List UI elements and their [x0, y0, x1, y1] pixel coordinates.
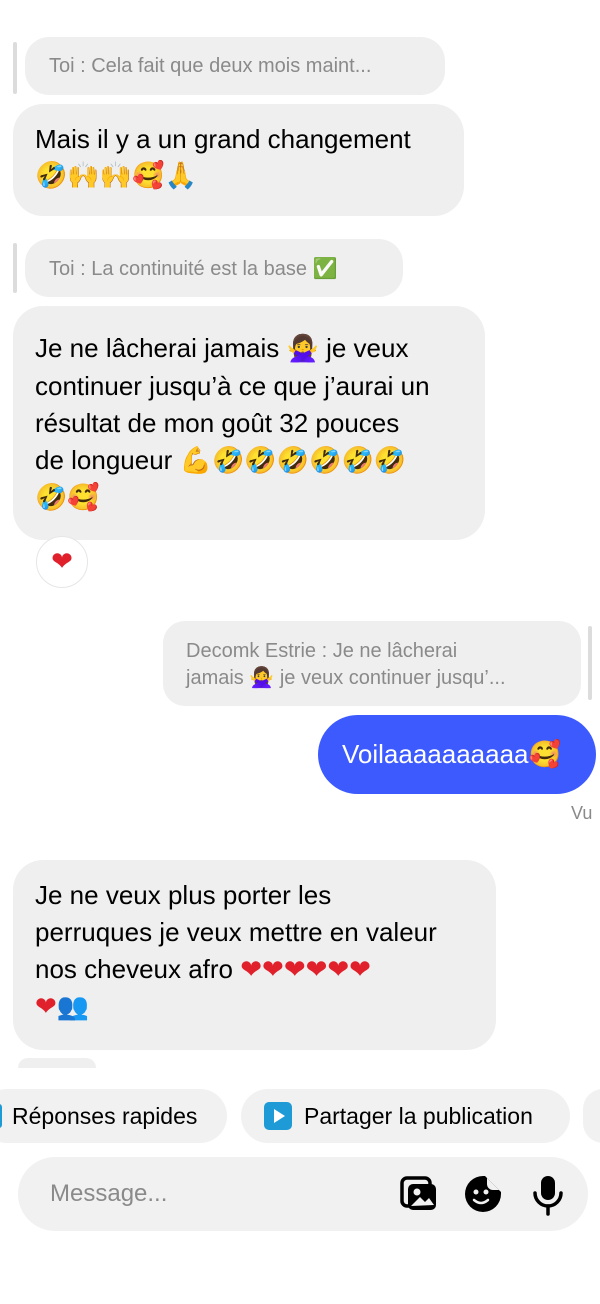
message-text: je veux — [326, 333, 409, 363]
message-emoji: 💪🤣🤣🤣🤣🤣🤣 — [179, 446, 407, 476]
partial-bubble — [18, 1058, 96, 1068]
reply-quote-text: Toi : La continuité est la base — [49, 258, 307, 280]
message-placeholder: Message... — [50, 1180, 168, 1207]
reply-quote-bar — [13, 42, 17, 94]
message-emoji: ❤👥 — [35, 992, 90, 1022]
message-emoji: 🤣🥰 — [35, 483, 100, 513]
gallery-icon[interactable] — [399, 1175, 437, 1213]
message-text: Voilaaaaaaaaaa — [342, 739, 529, 769]
message-text: de longueur — [35, 445, 173, 475]
message-text: perruques je veux mettre en valeur — [35, 917, 437, 947]
reply-quote[interactable]: Toi : La continuité est la base ✅ — [25, 239, 403, 297]
incoming-message[interactable]: Je ne veux plus porter les perruques je … — [13, 860, 496, 1050]
reply-quote[interactable]: Decomk Estrie : Je ne lâcherai jamais 🙅‍… — [163, 621, 581, 706]
sticker-icon[interactable] — [463, 1174, 503, 1214]
reply-quote[interactable]: Toi : Cela fait que deux mois maint... — [25, 37, 445, 95]
message-text: continuer jusqu’à ce que j’aurai un — [35, 371, 430, 401]
message-emoji: ❤❤❤❤❤❤ — [240, 955, 371, 985]
message-text: Je ne lâcherai jamais — [35, 333, 280, 363]
play-icon — [264, 1102, 292, 1130]
message-emoji: 🥰 — [528, 740, 561, 770]
incoming-message[interactable]: Je ne lâcherai jamais 🙅‍♀️ je veux conti… — [13, 306, 485, 540]
reply-quote-bar — [13, 243, 17, 293]
heart-icon: ❤ — [51, 547, 73, 577]
message-text: Mais il y a un grand changement — [35, 124, 411, 154]
reply-quote-emoji: 🙅‍♀️ — [249, 665, 275, 689]
message-emoji: 🤣🙌🙌🥰🙏 — [35, 161, 197, 191]
check-emoji: ✅ — [312, 256, 338, 280]
microphone-icon[interactable] — [530, 1174, 566, 1216]
quick-replies-label: Réponses rapides — [12, 1102, 198, 1129]
reply-quote-text: Decomk Estrie : Je ne lâcherai — [186, 640, 458, 662]
message-emoji: 🙅‍♀️ — [286, 334, 319, 364]
quick-replies-chip[interactable]: Réponses rapides — [0, 1089, 227, 1143]
reply-quote-bar — [588, 626, 592, 700]
share-post-chip[interactable]: Partager la publication — [241, 1089, 570, 1143]
heart-reaction[interactable]: ❤ — [36, 536, 88, 588]
reply-quote-text: je veux continuer jusqu’... — [279, 667, 506, 689]
message-text: nos cheveux afro — [35, 954, 234, 984]
share-post-label: Partager la publication — [304, 1102, 533, 1129]
reply-quote-text: Toi : Cela fait que deux mois maint... — [49, 55, 372, 77]
more-chip[interactable] — [583, 1089, 600, 1143]
incoming-message[interactable]: Mais il y a un grand changement 🤣🙌🙌🥰🙏 — [13, 104, 464, 216]
reply-quote-text: jamais — [186, 667, 244, 689]
message-text: Je ne veux plus porter les — [35, 880, 332, 910]
seen-status: Vu — [571, 803, 593, 823]
message-text: résultat de mon goût 32 pouces — [35, 408, 400, 438]
outgoing-message[interactable]: Voilaaaaaaaaaa🥰 — [318, 715, 596, 794]
quick-replies-icon — [0, 1104, 2, 1128]
message-input[interactable]: Message... — [18, 1157, 588, 1231]
